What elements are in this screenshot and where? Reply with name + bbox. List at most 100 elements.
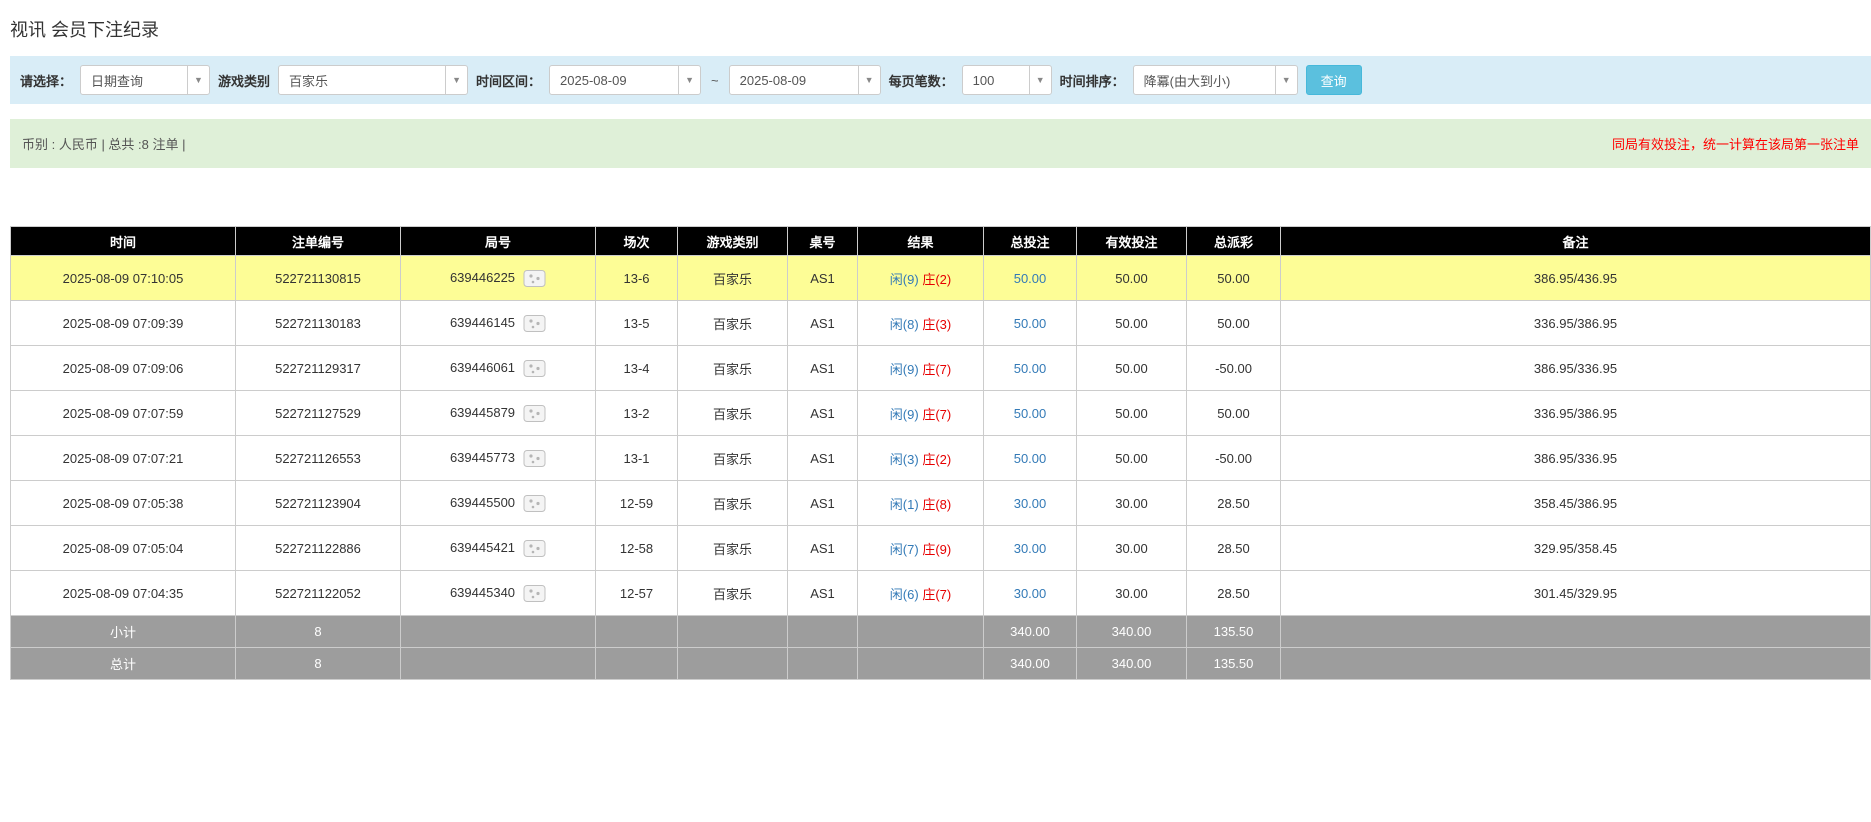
betting-records-table: 时间 注单编号 局号 场次 游戏类别 桌号 结果 总投注 有效投注 总派彩 备注 2025-08-0… xyxy=(10,226,1871,680)
cell-bet-id: 522721127529 xyxy=(235,390,401,436)
summary-label: 总计 xyxy=(10,647,236,680)
summary-empty xyxy=(857,647,984,680)
chevron-down-icon: ▼ xyxy=(445,66,467,94)
cell-time: 2025-08-09 07:07:21 xyxy=(10,435,236,481)
cell-bet-id: 522721126553 xyxy=(235,435,401,481)
video-replay-icon-glyph xyxy=(523,494,546,512)
cell-table-no: AS1 xyxy=(787,435,858,481)
cell-table-no: AS1 xyxy=(787,300,858,346)
cell-round-id: 639446061 xyxy=(400,345,596,391)
cell-note: 329.95/358.45 xyxy=(1280,525,1871,571)
total-bet-link[interactable]: 50.00 xyxy=(1014,361,1047,376)
video-replay-icon-glyph xyxy=(523,539,546,557)
cell-table-no: AS1 xyxy=(787,525,858,571)
cell-payout: 50.00 xyxy=(1186,300,1281,346)
info-bar: 币别 : 人民币 | 总共 :8 注单 | 同局有效投注，统一计算在该局第一张注… xyxy=(10,119,1871,168)
cell-payout: 28.50 xyxy=(1186,480,1281,526)
game-type-value: 百家乐 xyxy=(289,73,329,89)
cell-round-id: 639445500 xyxy=(400,480,596,526)
filter-bar: 请选择： 日期查询 ▼ 游戏类别 百家乐 ▼ 时间区间： 2025-08-09 … xyxy=(10,56,1871,104)
column-header: 时间 xyxy=(10,226,236,256)
cell-note: 386.95/336.95 xyxy=(1280,435,1871,481)
game-type-select[interactable]: 百家乐 ▼ xyxy=(278,65,469,95)
summary-count: 8 xyxy=(235,615,401,648)
total-bet-link[interactable]: 50.00 xyxy=(1014,316,1047,331)
table-row: 2025-08-09 07:07:59 522721127529 639445879… xyxy=(10,390,1871,436)
chevron-down-icon: ▼ xyxy=(678,66,700,94)
summary-payout: 135.50 xyxy=(1186,615,1281,648)
cell-note: 358.45/386.95 xyxy=(1280,480,1871,526)
sort-order-select[interactable]: 降冪(由大到小) ▼ xyxy=(1132,65,1298,95)
round-id-text: 639445421 xyxy=(449,539,516,555)
cell-session: 13-2 xyxy=(595,390,678,436)
date-from-select[interactable]: 2025-08-09 ▼ xyxy=(549,65,702,95)
result-banker: 庄(2) xyxy=(922,271,952,287)
total-bet-link[interactable]: 50.00 xyxy=(1014,406,1047,421)
search-button[interactable]: 查询 xyxy=(1305,65,1362,95)
summary-empty xyxy=(677,647,788,680)
page-size-select[interactable]: 100 ▼ xyxy=(961,65,1052,95)
cell-result: 闲(3) 庄(2) xyxy=(857,435,984,481)
cell-payout: 50.00 xyxy=(1186,255,1281,301)
cell-valid-bet: 30.00 xyxy=(1076,525,1187,571)
summary-empty xyxy=(595,615,678,648)
video-replay-icon[interactable] xyxy=(523,494,546,513)
round-id-text: 639445340 xyxy=(449,584,516,600)
cell-bet-id: 522721122052 xyxy=(235,570,401,616)
cell-table-no: AS1 xyxy=(787,570,858,616)
date-from-value: 2025-08-09 xyxy=(560,72,627,88)
notice-text: 同局有效投注，统一计算在该局第一张注单 xyxy=(1611,137,1859,152)
sort-order-label: 时间排序： xyxy=(1059,73,1125,89)
total-bet-link[interactable]: 30.00 xyxy=(1014,586,1047,601)
video-replay-icon[interactable] xyxy=(523,359,546,378)
cell-round-id: 639445773 xyxy=(400,435,596,481)
summary-total-bet: 340.00 xyxy=(983,615,1077,648)
video-replay-icon[interactable] xyxy=(523,584,546,603)
round-id-text: 639446145 xyxy=(449,314,516,330)
video-replay-icon[interactable] xyxy=(523,269,546,288)
cell-total-bet: 50.00 xyxy=(983,390,1077,436)
column-header: 备注 xyxy=(1280,226,1871,256)
cell-game-type: 百家乐 xyxy=(677,435,788,481)
video-replay-icon-glyph xyxy=(523,269,546,287)
cell-payout: 50.00 xyxy=(1186,390,1281,436)
cell-result: 闲(9) 庄(2) xyxy=(857,255,984,301)
video-replay-icon[interactable] xyxy=(523,314,546,333)
cell-time: 2025-08-09 07:05:04 xyxy=(10,525,236,571)
query-type-select[interactable]: 日期查询 ▼ xyxy=(80,65,211,95)
cell-round-id: 639446145 xyxy=(400,300,596,346)
sort-order-value: 降冪(由大到小) xyxy=(1143,73,1231,89)
video-replay-icon-glyph xyxy=(523,449,546,467)
cell-valid-bet: 50.00 xyxy=(1076,255,1187,301)
date-range-tilde: ~ xyxy=(711,72,719,88)
summary-empty xyxy=(400,615,596,648)
cell-payout: 28.50 xyxy=(1186,570,1281,616)
currency-summary-text: 币别 : 人民币 | 总共 :8 注单 | xyxy=(22,137,186,152)
summary-empty xyxy=(787,615,858,648)
cell-game-type: 百家乐 xyxy=(677,480,788,526)
table-row: 2025-08-09 07:09:39 522721130183 639446145… xyxy=(10,300,1871,346)
cell-time: 2025-08-09 07:10:05 xyxy=(10,255,236,301)
total-bet-link[interactable]: 30.00 xyxy=(1014,496,1047,511)
result-banker: 庄(2) xyxy=(922,451,952,467)
total-bet-link[interactable]: 30.00 xyxy=(1014,541,1047,556)
result-banker: 庄(9) xyxy=(922,541,952,557)
cell-time: 2025-08-09 07:05:38 xyxy=(10,480,236,526)
total-bet-link[interactable]: 50.00 xyxy=(1014,271,1047,286)
cell-total-bet: 30.00 xyxy=(983,525,1077,571)
video-replay-icon[interactable] xyxy=(523,539,546,558)
column-header: 局号 xyxy=(400,226,596,256)
total-bet-link[interactable]: 50.00 xyxy=(1014,451,1047,466)
video-replay-icon[interactable] xyxy=(523,404,546,423)
page-size-value: 100 xyxy=(972,72,995,88)
summary-empty xyxy=(677,615,788,648)
cell-note: 336.95/386.95 xyxy=(1280,300,1871,346)
cell-total-bet: 50.00 xyxy=(983,435,1077,481)
time-range-label: 时间区间： xyxy=(476,73,542,89)
summary-label: 小计 xyxy=(10,615,236,648)
column-header: 总派彩 xyxy=(1186,226,1281,256)
video-replay-icon[interactable] xyxy=(523,449,546,468)
summary-empty xyxy=(787,647,858,680)
cell-game-type: 百家乐 xyxy=(677,300,788,346)
date-to-select[interactable]: 2025-08-09 ▼ xyxy=(728,65,881,95)
